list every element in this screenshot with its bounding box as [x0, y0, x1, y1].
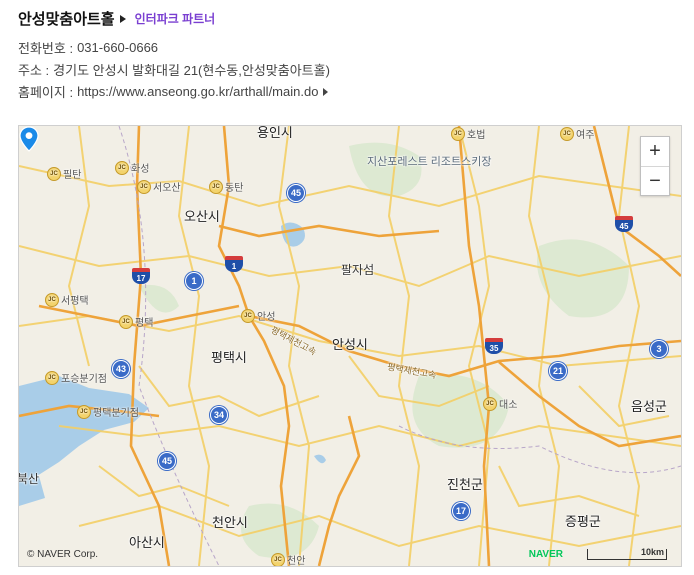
zoom-in-button[interactable]: + [641, 137, 669, 167]
map-label-buksan: 북산 [18, 472, 40, 486]
jc-hobeop: JC 호법 [451, 126, 485, 141]
partner-badge: 인터파크 파트너 [134, 12, 216, 26]
route-45-expressway-icon: 45 [615, 216, 633, 232]
homepage-link[interactable]: https://www.anseong.go.kr/arthall/main.d… [77, 84, 318, 99]
route-21-icon: 21 [549, 362, 567, 380]
header: 안성맞춤아트홀 인터파크 파트너 [18, 8, 215, 29]
route-35-expressway-icon: 35 [485, 338, 503, 354]
chevron-right-icon[interactable] [119, 14, 126, 23]
address-value: 경기도 안성시 발화대길 21(현수동,안성맞춤아트홀) [53, 63, 330, 78]
jc-piltan: JC 필탄 [47, 166, 81, 181]
homepage-label: 홈페이지 : [18, 85, 74, 100]
location-pin-icon[interactable] [19, 126, 39, 152]
jc-pyeongtaek: JC 평택 [119, 314, 153, 329]
route-34-icon: 34 [210, 406, 228, 424]
jc-poseung: JC 포승분기점 [45, 370, 107, 385]
zoom-out-button[interactable]: − [641, 167, 669, 196]
jc-cheonan: JC 천안 [271, 552, 305, 566]
map-copyright: © NAVER Corp. [27, 549, 99, 560]
map-scale-label: 10km [640, 547, 664, 557]
map-label-paljaseom: 팔자섬 [341, 263, 375, 277]
jc-seoosan: JC 서오산 [137, 179, 181, 194]
route-43-icon: 43 [112, 360, 130, 378]
naver-logo[interactable]: NAVER [529, 549, 563, 560]
address-row: 주소 : 경기도 안성시 발화대길 21(현수동,안성맞춤아트홀) [18, 60, 330, 79]
jc-hwaseong: JC 화성 [115, 160, 149, 175]
map-label-yongin: 용인시 [257, 125, 293, 140]
route-1-expressway-icon: 1 [225, 256, 243, 272]
map-label-jeungpyeong: 증평군 [565, 514, 601, 529]
address-label: 주소 : [18, 63, 50, 78]
homepage-row: 홈페이지 : https://www.anseong.go.kr/arthall… [18, 82, 329, 101]
jc-seopyeongtaek: JC 서평택 [45, 292, 89, 307]
phone-row: 전화번호 : 031-660-0666 [18, 38, 158, 57]
map-label-osan: 오산시 [184, 209, 220, 224]
venue-title[interactable]: 안성맞춤아트홀 [18, 8, 115, 29]
chevron-right-icon[interactable] [323, 87, 329, 96]
map-label-jisan-resort: 지산포레스트 리조트스키장 [367, 156, 492, 168]
route-1b-icon: 1 [185, 272, 203, 290]
map-label-asan: 아산시 [129, 535, 165, 550]
zoom-controls: + − [640, 136, 670, 196]
jc-pyeongtaek-junction: JC 평택분기점 [77, 404, 139, 419]
jc-anseong: JC 안성 [241, 308, 275, 323]
jc-yeoju: JC 여주 [560, 126, 594, 141]
map-scale-bar: 10km [587, 547, 667, 560]
route-45-icon: 45 [287, 184, 305, 202]
jc-daeso: JC 대소 [483, 396, 517, 411]
map-label-anseong: 안성시 [332, 337, 368, 352]
phone-value: 031-660-0666 [77, 40, 159, 55]
map-label-cheonan: 천안시 [212, 515, 248, 530]
map-label-pyeongtaek: 평택시 [211, 350, 247, 365]
map-view[interactable]: 용인시 지산포레스트 리조트스키장 JC 호법 JC 여주 JC 화성 JC 서오산 J… [18, 125, 682, 567]
route-45b-icon: 45 [158, 452, 176, 470]
jc-dongtan: JC 동탄 [209, 179, 243, 194]
map-label-jincheon: 진천군 [447, 477, 483, 492]
route-3-icon: 3 [650, 340, 668, 358]
phone-label: 전화번호 : [18, 41, 74, 56]
map-label-eumseong: 음성군 [631, 399, 667, 414]
route-17-expressway-icon: 17 [132, 268, 150, 284]
route-17b-icon: 17 [452, 502, 470, 520]
